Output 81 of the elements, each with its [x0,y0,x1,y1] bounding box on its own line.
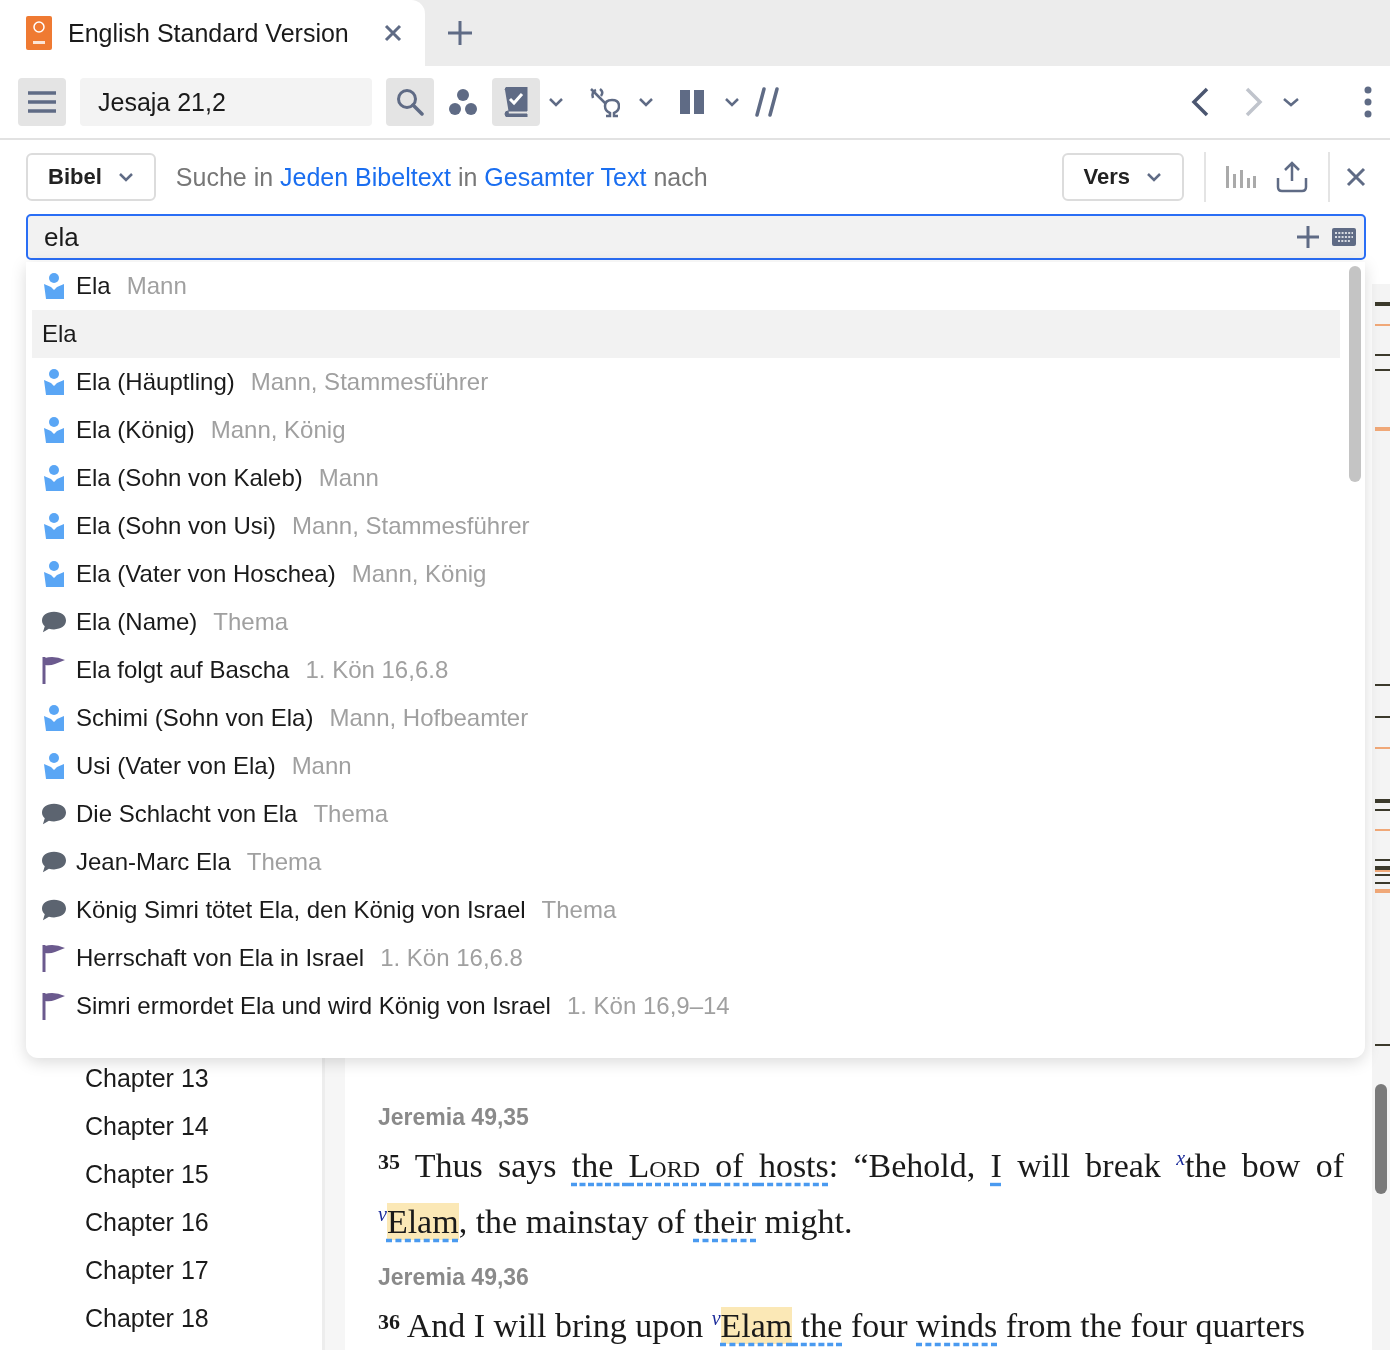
chapter-item[interactable]: Chapter 14 [85,1102,322,1150]
search-icon [396,88,424,116]
more-icon[interactable] [1364,86,1372,118]
parallel-icon[interactable] [754,87,780,117]
chapter-item[interactable]: Chapter 18 [85,1294,322,1342]
caret-icon[interactable] [1282,97,1300,107]
person-icon [42,417,66,443]
suggestion-item[interactable]: Schimi (Sohn von Ela) Mann, Hofbeamter [26,694,1340,742]
caret-icon[interactable] [724,97,740,107]
speech-bubble-icon [42,851,66,873]
book-check-button[interactable] [492,78,540,126]
person-icon [42,273,66,299]
dots-cluster-icon[interactable] [448,88,478,116]
flag-icon [42,992,66,1020]
person-icon [42,513,66,539]
share-icon[interactable] [1276,161,1308,193]
scrollbar-thumb[interactable] [1349,266,1361,482]
suggestion-item[interactable]: Ela (Sohn von Usi) Mann, Stammesführer [26,502,1340,550]
range-link[interactable]: Gesamter Text [484,162,647,191]
suggestion-item[interactable]: Simri ermordet Ela und wird König von Israel 1. Kön 16,9–14 [26,982,1340,1030]
keyboard-icon[interactable] [1332,228,1356,246]
document-tab[interactable]: English Standard Version [0,0,425,66]
speech-bubble-icon [42,611,66,633]
verse-text: $^{35}$ Thus says the Lord of hosts: “Behold, I will break $^{x}$the bow of $^{v}$Elam, the mainstay of their might. [378,1146,1344,1242]
chapter-item[interactable]: Chapter 15 [85,1150,322,1198]
scope-link[interactable]: Jeden Bibeltext [280,162,451,191]
speech-bubble-icon [42,803,66,825]
footnote-link[interactable]: v [378,1203,387,1225]
caret-icon[interactable] [548,97,564,107]
suggestion-item[interactable]: Ela (Sohn von Kaleb) Mann [26,454,1340,502]
speech-bubble-icon [42,899,66,921]
menu-button[interactable] [18,78,66,126]
search-description: Suche in Jeden Bibeltext in Gesamter Text nach [175,162,708,192]
menu-icon [28,91,56,113]
search-hit-highlight: Elam [720,1307,793,1344]
book-check-icon [503,87,529,117]
person-icon [42,753,66,779]
flag-icon [42,944,66,972]
back-icon[interactable] [1190,87,1210,117]
flag-icon [42,656,66,684]
close-icon[interactable] [1346,167,1366,187]
footnote-link[interactable]: v [711,1307,721,1329]
suggestion-item[interactable]: Ela (Häuptling) Mann, Stammesführer [26,358,1340,406]
suggestion-item[interactable]: Ela (Name) Thema [26,598,1340,646]
suggestion-item[interactable]: Ela Mann [26,262,1340,310]
person-icon [42,369,66,395]
interlinear-icon [588,86,620,118]
suggestion-item[interactable]: Ela [32,310,1340,358]
chapter-item[interactable]: Chapter 17 [85,1246,322,1294]
suggestion-item[interactable]: Usi (Vater von Ela) Mann [26,742,1340,790]
search-button[interactable] [386,78,434,126]
columns-icon [679,89,705,115]
person-icon [42,705,66,731]
unit-dropdown[interactable]: Vers [1061,153,1184,201]
caret-icon [1146,172,1162,182]
reference-field[interactable]: Jesaja 21,2 [80,78,372,126]
verse-reference: Jeremia 49,36 [378,1263,530,1292]
plus-icon[interactable] [1296,225,1320,249]
footnote-link[interactable]: x [1176,1147,1185,1169]
suggestion-item[interactable]: Ela folgt auf Bascha 1. Kön 16,6.8 [26,646,1340,694]
search-field[interactable]: ela [26,214,1366,260]
suggestion-item[interactable]: Ela (Vater von Hoschea) Mann, König [26,550,1340,598]
verse-text: $^{36}$ And I will bring upon $^{v}$Elam the four winds from the four quarters [378,1306,1307,1346]
caret-icon [117,172,134,182]
verse-reference: Jeremia 49,35 [378,1103,530,1132]
chapter-item[interactable]: Chapter 16 [85,1198,322,1246]
person-icon [42,561,66,587]
book-logo-icon [26,16,52,50]
chapter-item[interactable]: Chapter 13 [85,1054,322,1102]
search-hit-highlight: Elam [386,1203,459,1240]
suggestion-item[interactable]: König Simri tötet Ela, den König von Israel Thema [26,886,1340,934]
bible-dropdown[interactable]: Bibel [26,153,156,201]
caret-icon[interactable] [638,97,654,107]
suggestion-item[interactable]: Herrschaft von Ela in Israel 1. Kön 16,6.8 [26,934,1340,982]
suggestion-item[interactable]: Ela (König) Mann, König [26,406,1340,454]
suggestion-item[interactable]: Jean-Marc Ela Thema [26,838,1340,886]
close-icon[interactable] [383,23,403,43]
scrollbar-thumb[interactable] [1375,1084,1387,1194]
person-icon [42,465,66,491]
plus-icon[interactable] [447,20,473,46]
suggestion-item[interactable]: Die Schlacht von Ela Thema [26,790,1340,838]
